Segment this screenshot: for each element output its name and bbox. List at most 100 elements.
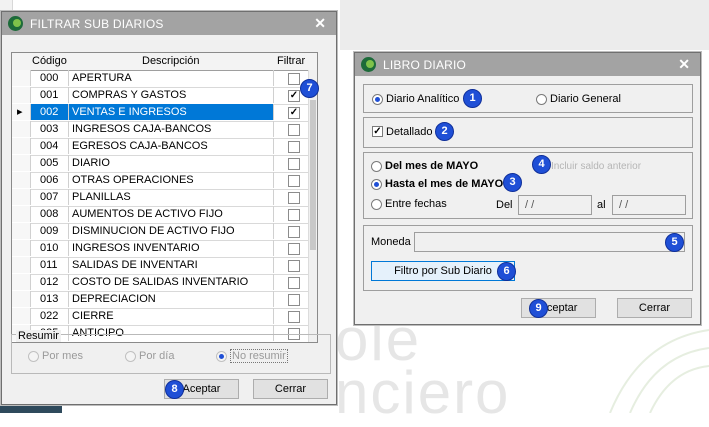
column-header-filtrar[interactable]: Filtrar bbox=[277, 55, 305, 67]
cerrar-button[interactable]: Cerrar bbox=[617, 298, 692, 318]
row-indicator bbox=[12, 70, 31, 86]
row-code: 002 bbox=[31, 104, 69, 120]
step-badge: 9 bbox=[529, 299, 548, 318]
table-row[interactable]: 009 DISMINUCION DE ACTIVO FIJO bbox=[12, 223, 308, 241]
row-filter-checkbox[interactable] bbox=[288, 192, 300, 204]
row-filter-checkbox[interactable] bbox=[288, 141, 300, 153]
row-indicator bbox=[12, 274, 31, 290]
radio-del-mes[interactable] bbox=[371, 161, 382, 172]
radio-por-dia[interactable] bbox=[125, 351, 136, 362]
table-row[interactable]: 000 APERTURA bbox=[12, 70, 308, 88]
row-code: 006 bbox=[31, 172, 69, 188]
row-indicator bbox=[12, 223, 31, 239]
step-badge: 7 bbox=[300, 79, 319, 98]
row-indicator bbox=[12, 291, 31, 307]
step-badge: 5 bbox=[665, 233, 684, 252]
radio-por-mes-label: Por mes bbox=[42, 350, 83, 362]
table-row[interactable]: 013 DEPRECIACION bbox=[12, 291, 308, 309]
row-description: DISMINUCION DE ACTIVO FIJO bbox=[69, 223, 274, 239]
row-filter-checkbox[interactable] bbox=[288, 311, 300, 323]
filtrar-titlebar: FILTRAR SUB DIARIOS ✕ bbox=[2, 12, 336, 35]
table-row[interactable]: 022 CIERRE bbox=[12, 308, 308, 326]
row-filter-checkbox[interactable] bbox=[288, 124, 300, 136]
row-filter-checkbox[interactable] bbox=[288, 158, 300, 170]
table-row[interactable]: 006 OTRAS OPERACIONES bbox=[12, 172, 308, 190]
radio-diario-general-label: Diario General bbox=[550, 93, 621, 105]
fecha-desde-input[interactable]: / / bbox=[518, 195, 592, 215]
row-indicator bbox=[12, 172, 31, 188]
row-filter-checkbox[interactable] bbox=[288, 260, 300, 272]
libro-diario-window: LIBRO DIARIO ✕ Diario Analítico 1 Diario… bbox=[354, 52, 701, 325]
detallado-label: Detallado bbox=[386, 126, 433, 138]
radio-diario-analitico[interactable] bbox=[372, 94, 383, 105]
row-indicator bbox=[12, 104, 31, 120]
row-filter-checkbox[interactable] bbox=[288, 243, 300, 255]
close-icon[interactable]: ✕ bbox=[678, 56, 690, 73]
row-code: 022 bbox=[31, 308, 69, 324]
app-logo-icon bbox=[361, 57, 376, 72]
radio-del-mes-label: Del mes de MAYO bbox=[385, 160, 479, 172]
step-badge: 4 bbox=[532, 155, 551, 174]
app-logo-icon bbox=[8, 16, 23, 31]
column-header-codigo[interactable]: Código bbox=[32, 55, 67, 67]
del-label: Del bbox=[496, 199, 513, 211]
fecha-hasta-input[interactable]: / / bbox=[612, 195, 686, 215]
row-indicator bbox=[12, 138, 31, 154]
table-row[interactable]: 002VENTAS E INGRESOS ✓ bbox=[12, 104, 308, 122]
step-badge: 2 bbox=[435, 122, 454, 141]
table-row[interactable]: 011 SALIDAS DE INVENTARI bbox=[12, 257, 308, 275]
radio-no-resumir[interactable] bbox=[216, 351, 227, 362]
detallado-checkbox[interactable]: ✓ bbox=[372, 126, 383, 137]
row-filter-checkbox[interactable] bbox=[288, 209, 300, 221]
table-row[interactable]: 005 DIARIO bbox=[12, 155, 308, 173]
row-filter-checkbox[interactable] bbox=[288, 226, 300, 238]
filtro-sub-diario-button[interactable]: Filtro por Sub Diario bbox=[371, 261, 515, 281]
row-indicator bbox=[12, 189, 31, 205]
vertical-scrollbar[interactable] bbox=[308, 70, 317, 342]
row-code: 000 bbox=[31, 70, 69, 86]
close-icon[interactable]: ✕ bbox=[314, 15, 326, 32]
row-filter-checkbox[interactable] bbox=[288, 175, 300, 187]
table-row[interactable]: 007 PLANILLAS bbox=[12, 189, 308, 207]
filtrar-sub-diarios-window: FILTRAR SUB DIARIOS ✕ Código Descripción… bbox=[1, 11, 337, 405]
row-filter-checkbox[interactable] bbox=[288, 73, 300, 85]
table-row[interactable]: 004 EGRESOS CAJA-BANCOS bbox=[12, 138, 308, 156]
row-indicator bbox=[12, 257, 31, 273]
radio-entre-fechas[interactable] bbox=[371, 199, 382, 210]
radio-hasta-mes[interactable] bbox=[371, 179, 382, 190]
sub-diarios-table: Código Descripción Filtrar 000 APERTURA 00… bbox=[11, 52, 318, 343]
row-code: 010 bbox=[31, 240, 69, 256]
row-description: AUMENTOS DE ACTIVO FIJO bbox=[69, 206, 274, 222]
scrollbar-thumb[interactable] bbox=[310, 100, 316, 250]
row-description: DEPRECIACION bbox=[69, 291, 274, 307]
row-description: PLANILLAS bbox=[69, 189, 274, 205]
row-description: COMPRAS Y GASTOS bbox=[69, 87, 274, 103]
row-description: COSTO DE SALIDAS INVENTARIO bbox=[69, 274, 274, 290]
table-row[interactable]: 010 INGRESOS INVENTARIO bbox=[12, 240, 308, 258]
moneda-select[interactable] bbox=[414, 232, 685, 252]
radio-entre-fechas-label: Entre fechas bbox=[385, 198, 447, 210]
row-description: SALIDAS DE INVENTARI bbox=[69, 257, 274, 273]
table-row[interactable]: 003 INGRESOS CAJA-BANCOS bbox=[12, 121, 308, 139]
row-code: 009 bbox=[31, 223, 69, 239]
row-filter-checkbox[interactable]: ✓ bbox=[288, 107, 300, 119]
row-code: 004 bbox=[31, 138, 69, 154]
row-description: CIERRE bbox=[69, 308, 274, 324]
radio-por-dia-label: Por día bbox=[139, 350, 175, 362]
row-code: 001 bbox=[31, 87, 69, 103]
radio-por-mes[interactable] bbox=[28, 351, 39, 362]
row-code: 013 bbox=[31, 291, 69, 307]
background-decoration bbox=[609, 329, 709, 413]
row-filter-checkbox[interactable]: ✓ bbox=[288, 90, 300, 102]
table-row[interactable]: 012 COSTO DE SALIDAS INVENTARIO bbox=[12, 274, 308, 292]
row-description: OTRAS OPERACIONES bbox=[69, 172, 274, 188]
libro-titlebar: LIBRO DIARIO ✕ bbox=[355, 53, 700, 76]
row-description: VENTAS E INGRESOS bbox=[69, 104, 274, 120]
row-filter-checkbox[interactable] bbox=[288, 294, 300, 306]
table-row[interactable]: 008 AUMENTOS DE ACTIVO FIJO bbox=[12, 206, 308, 224]
radio-diario-general[interactable] bbox=[536, 94, 547, 105]
column-header-descripcion[interactable]: Descripción bbox=[142, 55, 199, 67]
row-filter-checkbox[interactable] bbox=[288, 277, 300, 289]
cerrar-button[interactable]: Cerrar bbox=[253, 379, 328, 399]
table-row[interactable]: 001 COMPRAS Y GASTOS ✓ bbox=[12, 87, 308, 105]
